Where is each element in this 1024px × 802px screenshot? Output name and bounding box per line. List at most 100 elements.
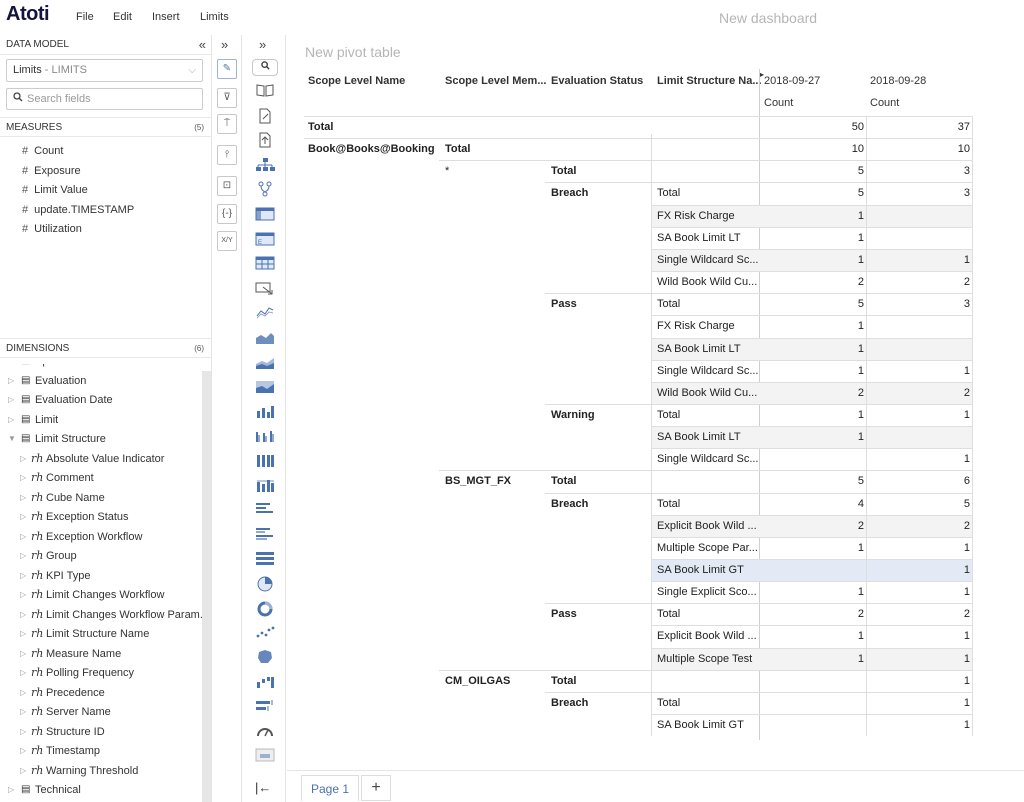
hierarchy-item[interactable]: ▷ rh Timestamp bbox=[0, 742, 202, 760]
count-cell-date-2[interactable]: 1 bbox=[871, 537, 970, 559]
caret-right-icon[interactable]: ▷ bbox=[20, 762, 26, 780]
limit-structure-name-cell[interactable]: SA Book Limit GT bbox=[657, 714, 744, 736]
hierarchy-item[interactable]: ▷ rh Comment bbox=[0, 469, 202, 487]
scope-level-name-cell[interactable]: Book@Books@Booking bbox=[308, 138, 435, 160]
count-cell-date-2[interactable] bbox=[871, 315, 970, 337]
branch-icon[interactable] bbox=[254, 181, 276, 201]
caret-right-icon[interactable]: ▷ bbox=[20, 606, 26, 624]
hierarchy-item[interactable]: ▷ rh Exception Status bbox=[0, 508, 202, 526]
table-row[interactable]: FX Risk Charge 1 bbox=[287, 315, 977, 337]
count-cell-date-1[interactable]: 1 bbox=[765, 648, 864, 670]
dimension-item[interactable]: ▷ ▤ Evaluation Date bbox=[0, 391, 202, 409]
measure-header-count-2[interactable]: Count bbox=[870, 97, 899, 109]
count-cell-date-2[interactable]: 1 bbox=[871, 360, 970, 382]
count-cell-date-1[interactable]: 4 bbox=[765, 493, 864, 515]
field-search-box[interactable] bbox=[6, 88, 203, 110]
caret-right-icon[interactable]: ▷ bbox=[20, 664, 26, 682]
table-row[interactable]: BS_MGT_FX Total 5 6 bbox=[287, 470, 977, 492]
limit-structure-name-cell[interactable]: Total bbox=[657, 293, 680, 315]
count-cell-date-1[interactable]: 1 bbox=[765, 426, 864, 448]
count-cell-date-2[interactable]: 5 bbox=[871, 493, 970, 515]
table-row[interactable]: Breach Total 4 5 bbox=[287, 493, 977, 515]
table-row[interactable]: Pass Total 2 2 bbox=[287, 603, 977, 625]
scope-level-member-cell[interactable]: Total bbox=[445, 138, 470, 160]
count-cell-date-2[interactable]: 1 bbox=[871, 648, 970, 670]
evaluation-status-cell[interactable]: Total bbox=[551, 670, 576, 692]
hierarchy-item[interactable]: ▷ rh Precedence bbox=[0, 684, 202, 702]
table-row[interactable]: SA Book Limit GT 1 bbox=[287, 559, 977, 581]
count-cell-date-1[interactable] bbox=[765, 559, 864, 581]
table-row[interactable]: SA Book Limit LT 1 bbox=[287, 227, 977, 249]
caret-right-icon[interactable]: ▷ bbox=[8, 364, 14, 370]
count-cell-date-1[interactable] bbox=[765, 692, 864, 714]
limit-structure-name-cell[interactable]: SA Book Limit LT bbox=[657, 338, 741, 360]
filter-icon[interactable]: ⊽ bbox=[217, 88, 237, 108]
caret-right-icon[interactable]: ▷ bbox=[8, 372, 14, 390]
count-cell-date-1[interactable]: 5 bbox=[765, 160, 864, 182]
table-row[interactable]: Wild Book Wild Cu... 2 2 bbox=[287, 382, 977, 404]
evaluation-status-cell[interactable]: Breach bbox=[551, 493, 588, 515]
count-cell-date-1[interactable]: 10 bbox=[765, 138, 864, 160]
count-cell-date-1[interactable]: 1 bbox=[765, 205, 864, 227]
clustered-column-icon[interactable] bbox=[254, 427, 276, 447]
measure-item[interactable]: # Utilization bbox=[22, 223, 82, 235]
count-cell-date-2[interactable] bbox=[871, 227, 970, 249]
kpi-icon[interactable] bbox=[254, 747, 276, 767]
atoti-logo[interactable]: Atoti bbox=[6, 3, 50, 26]
table-row[interactable]: SA Book Limit GT 1 bbox=[287, 714, 977, 736]
terminal-icon[interactable]: ⊡ bbox=[217, 176, 237, 196]
menu-file[interactable]: File bbox=[76, 11, 94, 23]
limit-structure-name-cell[interactable]: FX Risk Charge bbox=[657, 315, 735, 337]
dashboard-title[interactable]: New dashboard bbox=[512, 10, 1024, 26]
bar-chart-icon[interactable] bbox=[254, 501, 276, 521]
dimension-item[interactable]: ▷ ▤ Limit bbox=[0, 411, 202, 429]
table-row[interactable]: * Total 5 3 bbox=[287, 160, 977, 182]
limit-structure-name-cell[interactable]: Total bbox=[657, 692, 680, 714]
table-row[interactable]: Single Explicit Sco... 1 1 bbox=[287, 581, 977, 603]
xy-icon[interactable]: X/Y bbox=[217, 231, 237, 251]
table-row[interactable]: Warning Total 1 1 bbox=[287, 404, 977, 426]
count-cell-date-2[interactable]: 1 bbox=[871, 625, 970, 647]
limit-structure-name-cell[interactable]: Explicit Book Wild ... bbox=[657, 515, 757, 537]
limit-structure-name-cell[interactable]: SA Book Limit LT bbox=[657, 227, 741, 249]
limit-structure-name-cell[interactable]: Multiple Scope Par... bbox=[657, 537, 758, 559]
hierarchy-item[interactable]: ▷ rh Limit Changes Workflow Param... bbox=[0, 606, 202, 624]
limit-structure-name-cell[interactable]: FX Risk Charge bbox=[657, 205, 735, 227]
scope-level-member-cell[interactable]: BS_MGT_FX bbox=[445, 470, 511, 492]
page-tab-1[interactable]: Page 1 bbox=[301, 775, 359, 801]
line-chart-icon[interactable] bbox=[254, 304, 276, 324]
table-row[interactable]: SA Book Limit LT 1 bbox=[287, 338, 977, 360]
caret-right-icon[interactable]: ▷ bbox=[20, 567, 26, 585]
limit-structure-name-cell[interactable]: SA Book Limit LT bbox=[657, 426, 741, 448]
count-cell-date-1[interactable]: 2 bbox=[765, 382, 864, 404]
count-cell-date-2[interactable]: 1 bbox=[871, 559, 970, 581]
table-row[interactable]: Explicit Book Wild ... 2 2 bbox=[287, 515, 977, 537]
upload-icon[interactable] bbox=[254, 132, 276, 152]
count-cell-date-1[interactable]: 1 bbox=[765, 227, 864, 249]
evaluation-status-cell[interactable]: Pass bbox=[551, 603, 577, 625]
count-cell-date-1[interactable]: 1 bbox=[765, 625, 864, 647]
table-row[interactable]: Single Wildcard Sc... 1 1 bbox=[287, 249, 977, 271]
add-page-button[interactable]: + bbox=[361, 775, 391, 801]
pie-chart-icon[interactable] bbox=[254, 575, 276, 595]
percent-area-icon[interactable] bbox=[254, 378, 276, 398]
caret-right-icon[interactable]: ▷ bbox=[8, 411, 14, 429]
edit-doc-icon[interactable] bbox=[254, 108, 276, 128]
hierarchy-item[interactable]: ▷ rh Limit Changes Workflow bbox=[0, 586, 202, 604]
hierarchy-item[interactable]: ▷ rh Warning Threshold bbox=[0, 762, 202, 780]
column-header-date-1[interactable]: 2018-09-27 bbox=[764, 75, 820, 87]
hierarchy-item[interactable]: ▷ rh Group bbox=[0, 547, 202, 565]
measure-item[interactable]: # update.TIMESTAMP bbox=[22, 204, 134, 216]
table-row[interactable]: CM_OILGAS Total 1 bbox=[287, 670, 977, 692]
table-row[interactable]: Multiple Scope Par... 1 1 bbox=[287, 537, 977, 559]
caret-right-icon[interactable]: ▷ bbox=[20, 742, 26, 760]
evaluation-status-cell[interactable]: Total bbox=[551, 470, 576, 492]
table-row[interactable]: Multiple Scope Test 1 1 bbox=[287, 648, 977, 670]
hierarchy-item[interactable]: ▷ rh Cube Name bbox=[0, 489, 202, 507]
scope-level-member-cell[interactable]: CM_OILGAS bbox=[445, 670, 510, 692]
hierarchy-item[interactable]: ▷ rh Measure Name bbox=[0, 645, 202, 663]
scope-level-member-cell[interactable]: * bbox=[445, 160, 449, 182]
dimension-item[interactable]: ▷ ▤ Epoch bbox=[0, 364, 202, 370]
count-cell-date-2[interactable]: 1 bbox=[871, 404, 970, 426]
cube-selector[interactable]: Limits - LIMITS ⌵ bbox=[6, 59, 203, 82]
